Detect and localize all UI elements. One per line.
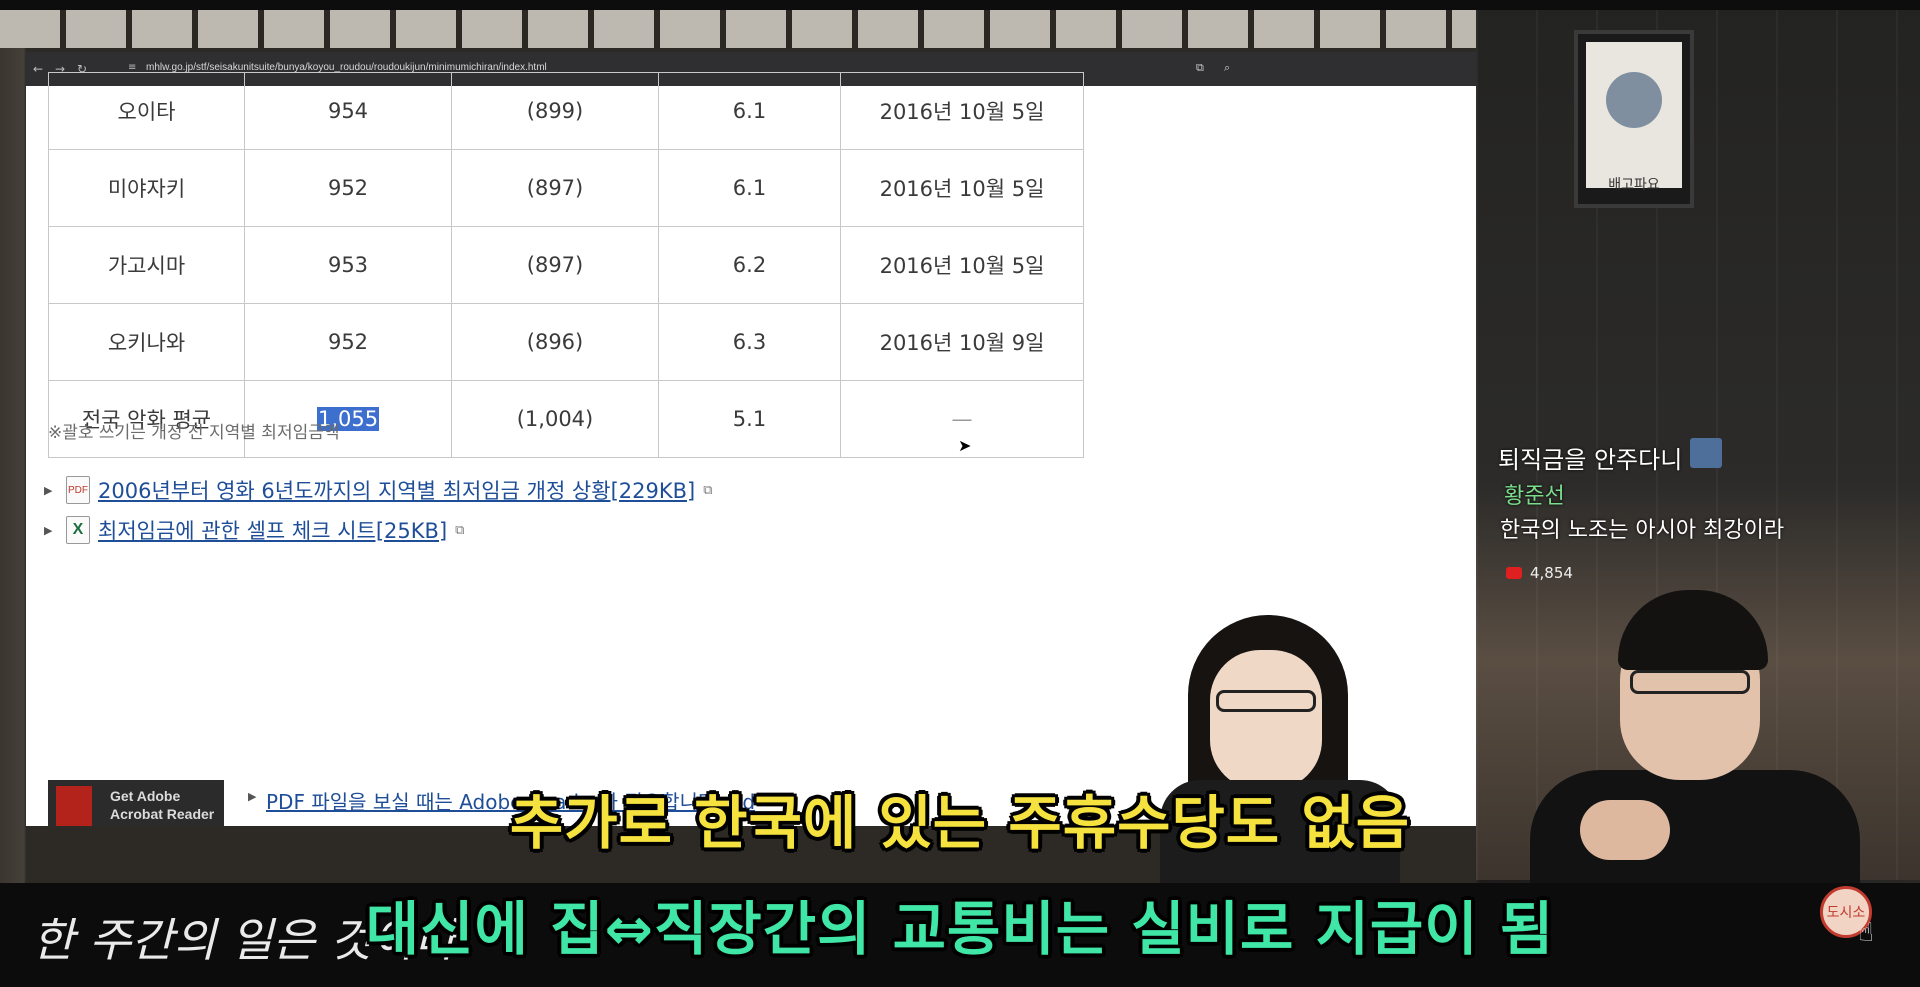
- hand-pointer-icon: ☝: [1858, 918, 1874, 948]
- mouse-pointer-icon: ➤: [958, 436, 972, 455]
- link-item[interactable]: ▶ PDF 2006년부터 영화 6년도까지의 지역별 최저임금 개정 상황[2…: [44, 476, 713, 504]
- chat-message: 한국의 노조는 아시아 최강이라: [1500, 518, 1785, 543]
- poster-caption: 배고파요: [1608, 177, 1660, 193]
- region-cell: 가고시마: [48, 226, 245, 304]
- chat-title: 퇴직금을 안주다니: [1498, 446, 1683, 474]
- excel-file-icon: X: [66, 516, 90, 544]
- date-cell: 2016년 10월 5일: [840, 149, 1084, 227]
- rate-cell: 6.3: [658, 303, 841, 381]
- date-cell: 2016년 10월 5일: [840, 72, 1084, 150]
- rate-cell: 6.1: [658, 72, 841, 150]
- rate-cell: 6.1: [658, 149, 841, 227]
- wage-revision-pdf-link[interactable]: 2006년부터 영화 6년도까지의 지역별 최저임금 개정 상황[229KB]: [98, 475, 695, 505]
- previous-wage-cell: (897): [451, 226, 659, 304]
- wage-cell: 954: [244, 72, 452, 150]
- subtitle-line-1: 추가로 한국에 있는 주휴수당도 없음: [509, 789, 1411, 857]
- host-left-face: [1210, 650, 1322, 790]
- poster-canvas: 배고파요: [1586, 42, 1682, 193]
- region-cell: 오키나와: [48, 303, 245, 381]
- date-cell: 2016년 10월 5일: [840, 226, 1084, 304]
- table-row: 오이타 954 (899) 6.1 2016년 10월 5일: [48, 72, 1084, 150]
- external-window-icon: ⧉: [703, 482, 713, 498]
- zoom-icon[interactable]: ⌕: [1224, 61, 1230, 75]
- wage-cell: 952: [244, 149, 452, 227]
- table-footnote: ※괄호 쓰기는 개정 전 지역별 최저임금액: [48, 423, 340, 443]
- poster-character: [1606, 72, 1662, 128]
- youtube-icon: [1506, 567, 1522, 579]
- table-row: 가고시마 953 (897) 6.2 2016년 10월 5일: [48, 226, 1084, 304]
- region-cell: 미야자키: [48, 149, 245, 227]
- self-check-sheet-link[interactable]: 최저임금에 관한 셀프 체크 시트[25KB]: [98, 515, 447, 545]
- subtitle-line-2: 대신에 집⇔직장간의 교통비는 실비로 지급이 됨: [365, 895, 1555, 963]
- view-count: 4,854: [1506, 564, 1573, 582]
- previous-wage-cell: (1,004): [451, 380, 659, 458]
- glasses-icon: [1630, 670, 1750, 694]
- table-row: 미야자키 952 (897) 6.1 2016년 10월 5일: [48, 149, 1084, 227]
- chat-avatar: [1690, 438, 1722, 468]
- back-icon[interactable]: ←: [30, 61, 46, 77]
- glasses-icon: [1216, 690, 1316, 712]
- translate-icon[interactable]: ⧉: [1196, 61, 1204, 75]
- date-cell: 2016년 10월 9일: [840, 303, 1084, 381]
- table-row: 오키나와 952 (896) 6.3 2016년 10월 9일: [48, 303, 1084, 381]
- wage-cell: 952: [244, 303, 452, 381]
- bullet-arrow-icon: ▶: [44, 483, 53, 497]
- minimum-wage-table: 오이타 954 (899) 6.1 2016년 10월 5일 미야자키 952 …: [48, 72, 1084, 458]
- rate-cell: 6.2: [658, 226, 841, 304]
- previous-wage-cell: (897): [451, 149, 659, 227]
- previous-wage-cell: (899): [451, 72, 659, 150]
- link-item[interactable]: ▶ X 최저임금에 관한 셀프 체크 시트[25KB] ⧉: [44, 516, 464, 544]
- letterbox-top: [0, 0, 1920, 10]
- pdf-file-icon: PDF: [66, 476, 90, 504]
- chat-username: 황준선: [1504, 484, 1565, 509]
- bullet-arrow-icon: ▶: [44, 523, 53, 537]
- view-count-value: 4,854: [1530, 564, 1573, 582]
- external-window-icon: ⧉: [455, 522, 465, 538]
- region-cell: 오이타: [48, 72, 245, 150]
- rate-cell: 5.1: [658, 380, 841, 458]
- previous-wage-cell: (896): [451, 303, 659, 381]
- wage-cell: 953: [244, 226, 452, 304]
- wall-poster: 배고파요: [1574, 30, 1694, 208]
